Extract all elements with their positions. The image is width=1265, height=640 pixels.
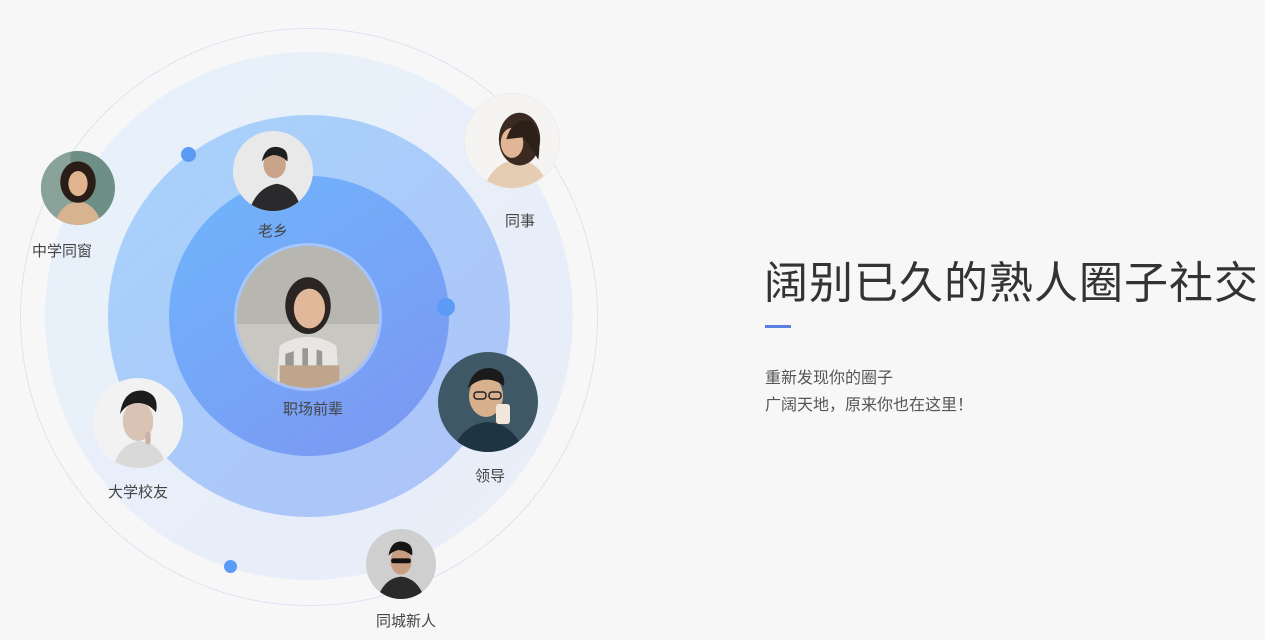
new-in-city-avatar[interactable] bbox=[366, 529, 436, 599]
orbit-dot bbox=[437, 298, 455, 316]
university-label: 大学校友 bbox=[107, 483, 168, 501]
hometown-label: 老乡 bbox=[257, 222, 288, 240]
page-headline: 阔别已久的熟人圈子社交 bbox=[764, 258, 1259, 309]
middle-school-avatar[interactable] bbox=[41, 151, 115, 225]
subtitle-line-1: 重新发现你的圈子 bbox=[765, 368, 894, 387]
coworker-avatar[interactable] bbox=[464, 93, 560, 189]
leader-label: 领导 bbox=[474, 467, 505, 485]
center-label: 职场前辈 bbox=[282, 400, 343, 418]
coworker-label: 同事 bbox=[504, 212, 535, 230]
accent-divider bbox=[765, 325, 791, 328]
hometown-avatar[interactable] bbox=[233, 131, 313, 211]
leader-avatar[interactable] bbox=[438, 352, 538, 452]
middle-school-label: 中学同窗 bbox=[31, 242, 92, 260]
center-avatar[interactable] bbox=[234, 243, 382, 391]
new-in-city-label: 同城新人 bbox=[375, 612, 436, 630]
orbit-dot bbox=[224, 560, 237, 573]
subtitle-line-2: 广阔天地，原来你也在这里！ bbox=[765, 395, 974, 414]
orbit-dot bbox=[181, 147, 196, 162]
university-avatar[interactable] bbox=[93, 378, 183, 468]
